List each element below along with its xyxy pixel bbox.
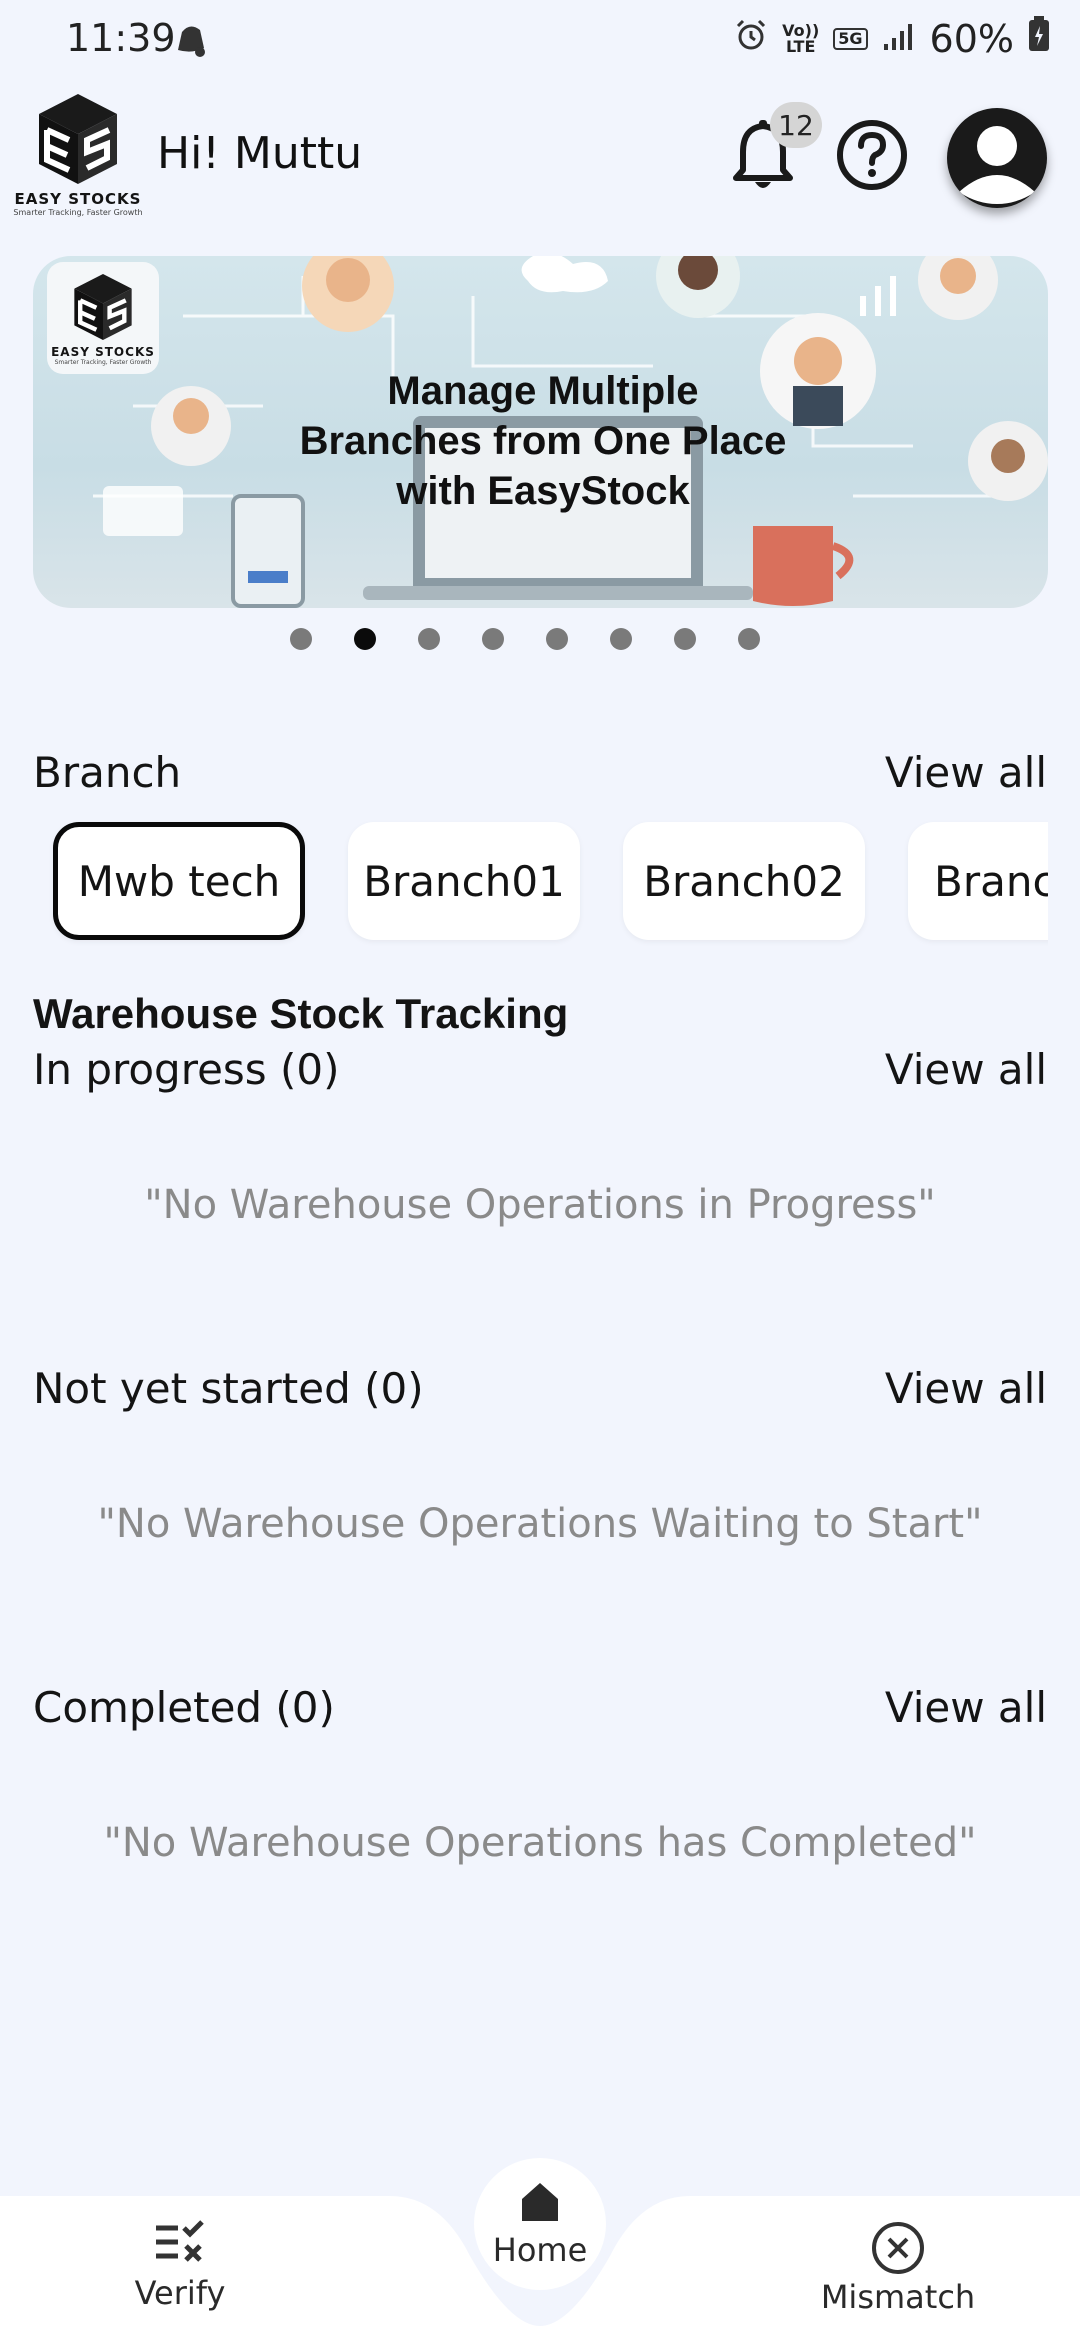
- carousel-indicator[interactable]: [290, 628, 760, 650]
- carousel-dot-1[interactable]: [290, 628, 312, 650]
- network-type-badge: 5G: [833, 27, 868, 50]
- nav-home-button[interactable]: Home: [474, 2158, 606, 2290]
- completed-view-all-link[interactable]: View all: [885, 1683, 1047, 1732]
- nav-verify-button[interactable]: Verify: [100, 2220, 260, 2312]
- branch-chip-list: Mwb tech Branch01 Branch02 Branc: [33, 800, 1048, 960]
- carousel-dot-8[interactable]: [738, 628, 760, 650]
- banner-logo-text: EASY STOCKS: [51, 344, 155, 359]
- checklist-icon: [156, 2220, 204, 2262]
- branch-view-all-link[interactable]: View all: [885, 748, 1047, 797]
- status-time: 11:39: [66, 16, 176, 60]
- user-avatar-icon: [959, 126, 1035, 204]
- nav-verify-label: Verify: [134, 2274, 226, 2312]
- branch-chip-mwb-tech[interactable]: Mwb tech: [53, 822, 305, 940]
- banner-logo-tagline: Smarter Tracking, Faster Growth: [54, 358, 152, 366]
- carousel-dot-4[interactable]: [482, 628, 504, 650]
- completed-empty-message: "No Warehouse Operations has Completed": [103, 1820, 977, 1866]
- app-logo: EASY STOCKS Smarter Tracking, Faster Gro…: [12, 90, 144, 220]
- in-progress-label: In progress (0): [33, 1045, 340, 1094]
- nav-home-label: Home: [492, 2231, 588, 2269]
- battery-percent: 60%: [929, 16, 1014, 61]
- branch-chip-branch03[interactable]: Branc: [908, 822, 1048, 940]
- help-button[interactable]: [835, 118, 909, 192]
- in-progress-empty-message: "No Warehouse Operations in Progress": [144, 1182, 936, 1228]
- notification-app-icon: [170, 20, 210, 64]
- easy-stocks-cube-icon: [39, 94, 117, 184]
- greeting-text: Hi! Muttu: [157, 128, 363, 179]
- volte-icon: Vo)) LTE: [782, 20, 820, 56]
- carousel-dot-3[interactable]: [418, 628, 440, 650]
- nav-mismatch-label: Mismatch: [820, 2278, 976, 2316]
- branch-chip-branch02[interactable]: Branch02: [623, 822, 865, 940]
- carousel-dot-7[interactable]: [674, 628, 696, 650]
- home-icon: [522, 2183, 558, 2221]
- easy-stocks-cube-icon: [74, 273, 132, 340]
- close-circle-icon: [872, 2222, 924, 2274]
- not-started-empty-message: "No Warehouse Operations Waiting to Star…: [97, 1501, 983, 1547]
- banner-logo: EASY STOCKS Smarter Tracking, Faster Gro…: [47, 262, 159, 374]
- logo-tagline: Smarter Tracking, Faster Growth: [13, 208, 143, 217]
- signal-icon: [882, 17, 916, 61]
- branch-chip-branch01[interactable]: Branch01: [348, 822, 580, 940]
- profile-avatar-button[interactable]: [947, 108, 1047, 208]
- carousel-dot-6[interactable]: [610, 628, 632, 650]
- promo-banner[interactable]: EASY STOCKS Smarter Tracking, Faster Gro…: [33, 256, 1048, 608]
- banner-title: Manage Multiple Branches from One Place …: [299, 369, 787, 513]
- logo-text: EASY STOCKS: [14, 190, 142, 208]
- completed-label: Completed (0): [33, 1683, 335, 1732]
- branch-section-label: Branch: [33, 748, 182, 797]
- not-started-label: Not yet started (0): [33, 1364, 424, 1413]
- not-started-view-all-link[interactable]: View all: [885, 1364, 1047, 1413]
- nav-mismatch-button[interactable]: Mismatch: [818, 2220, 978, 2316]
- help-icon: [837, 120, 907, 190]
- alarm-icon: [734, 17, 768, 61]
- warehouse-section-title: Warehouse Stock Tracking: [33, 990, 569, 1037]
- notification-count-badge: 12: [770, 102, 822, 148]
- status-icons: Vo)) LTE 5G 60%: [734, 16, 1050, 61]
- carousel-dot-2[interactable]: [354, 628, 376, 650]
- battery-icon: [1028, 16, 1050, 61]
- carousel-dot-5[interactable]: [546, 628, 568, 650]
- in-progress-view-all-link[interactable]: View all: [885, 1045, 1047, 1094]
